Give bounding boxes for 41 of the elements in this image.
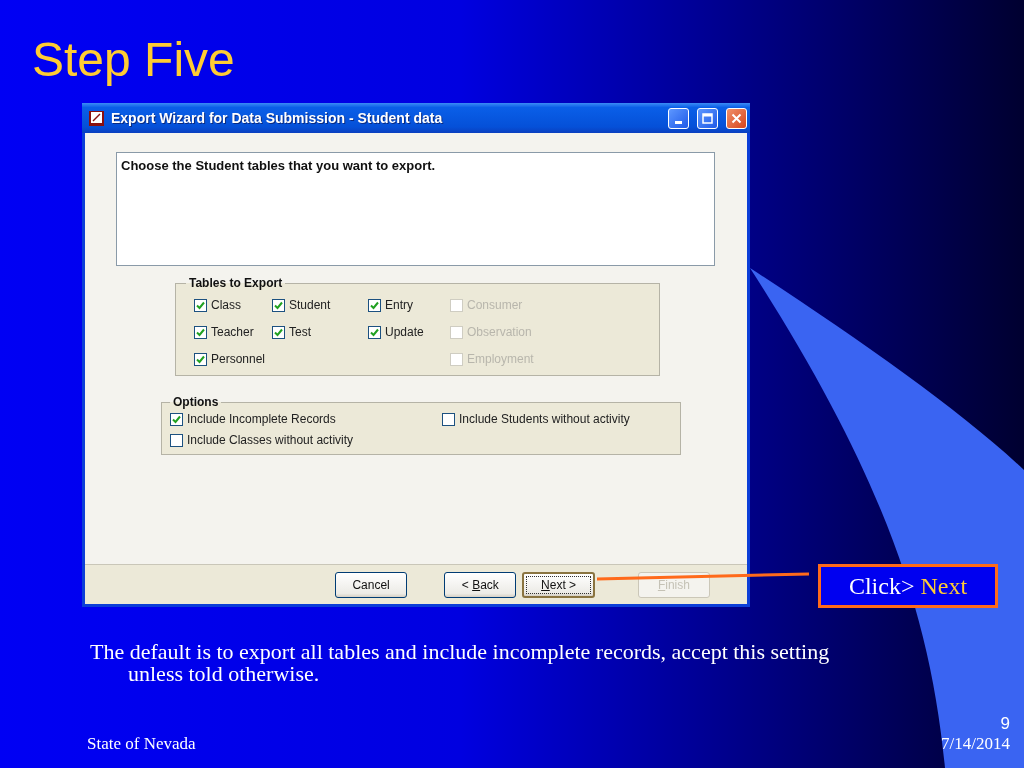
checkbox-label: Include Incomplete Records (187, 412, 336, 426)
checkbox[interactable] (442, 412, 455, 426)
app-icon (88, 109, 105, 127)
checkbox[interactable] (368, 325, 381, 339)
checkbox-label: Include Classes without activity (187, 433, 354, 447)
wizard-button[interactable]: < Back (444, 571, 517, 598)
instruction-text: Choose the Student tables that you want to export. (116, 152, 715, 266)
footer-text: State of Nevada (87, 734, 196, 754)
maximize-button[interactable] (697, 107, 718, 129)
checkbox-label: Entry (385, 298, 413, 312)
group-label: Options (172, 395, 220, 409)
window-title: Export Wizard for Data Submission - Student data (111, 110, 444, 126)
checkbox[interactable] (272, 325, 285, 339)
close-icon (731, 112, 742, 124)
note-text: The default is to export all tables and include incomplete records, accept this setting unless told otherwise. (90, 641, 831, 685)
checkbox[interactable] (368, 298, 381, 312)
checkbox[interactable] (194, 325, 207, 339)
callout-text: Click> (848, 572, 915, 600)
checkbox[interactable] (272, 298, 285, 312)
slide-date: 7/14/2014 (941, 734, 1010, 754)
checkbox[interactable] (194, 352, 207, 366)
close-button[interactable] (726, 107, 747, 129)
checkbox[interactable] (170, 433, 183, 447)
checkbox[interactable] (194, 298, 207, 312)
checkbox-label: Class (211, 298, 241, 312)
wizard-button[interactable]: Cancel (335, 571, 408, 598)
checkbox-label: Student (289, 298, 331, 312)
checkbox-label: Teacher (211, 325, 254, 339)
checkbox-label: Include Students without activity (459, 412, 630, 426)
checkbox-label: Personnel (211, 352, 266, 366)
slide-title: Step Five (32, 32, 235, 88)
group-label: Tables to Export (188, 276, 284, 290)
checkbox-label: Update (385, 325, 424, 339)
wizard-button[interactable]: Next > (522, 571, 595, 598)
minimize-button[interactable] (668, 107, 689, 129)
checkbox[interactable] (170, 412, 183, 426)
checkbox-label: Test (289, 325, 311, 339)
callout-highlight: Next (920, 572, 968, 600)
maximize-icon (702, 112, 713, 124)
page-number: 9 (1000, 714, 1010, 734)
minimize-icon (675, 120, 682, 124)
